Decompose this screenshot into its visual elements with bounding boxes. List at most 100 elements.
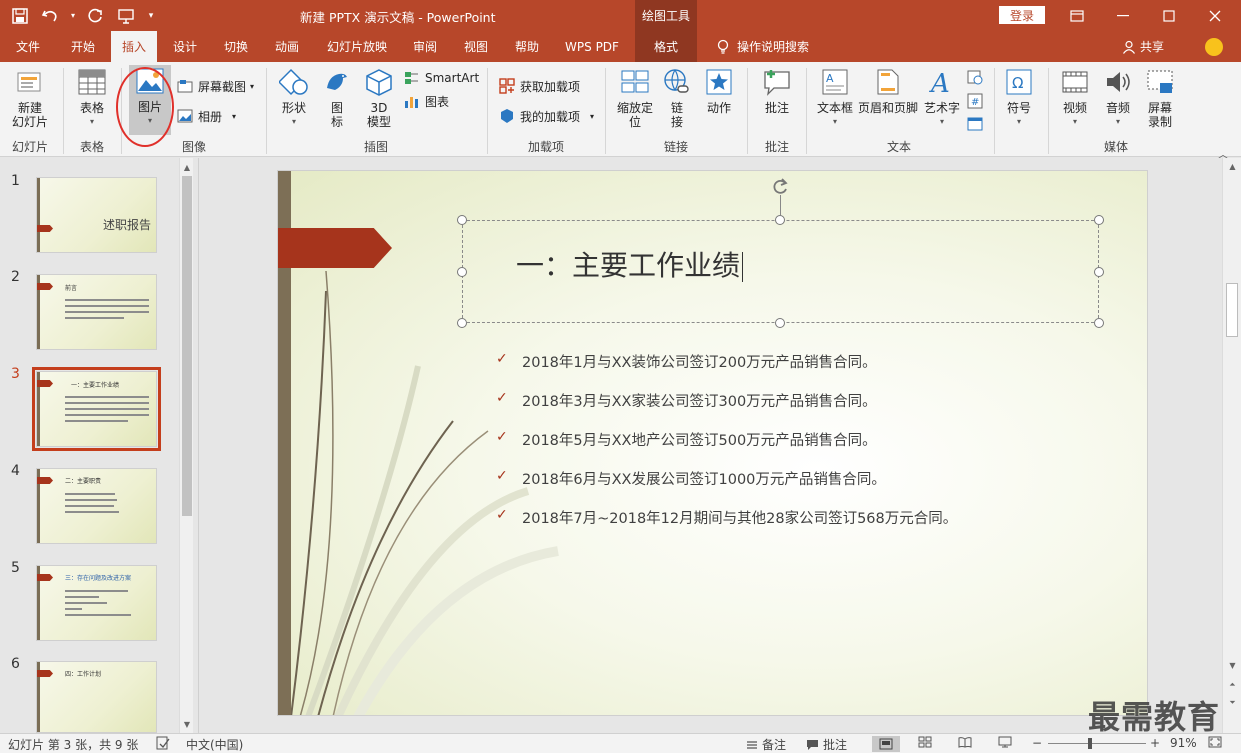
spellcheck-icon[interactable] bbox=[156, 736, 170, 750]
tab-help[interactable]: 帮助 bbox=[505, 31, 549, 62]
tab-review[interactable]: 审阅 bbox=[403, 31, 447, 62]
tab-slideshow[interactable]: 幻灯片放映 bbox=[318, 31, 396, 62]
slide-thumbnail-6[interactable]: 四：工作计划 bbox=[36, 661, 157, 733]
resize-handle-left[interactable] bbox=[457, 267, 467, 277]
rotate-handle-icon[interactable] bbox=[770, 177, 790, 197]
customize-qat-icon[interactable]: ▾ bbox=[144, 4, 158, 28]
slide-thumbnail-5[interactable]: 三：存在问题及改进方案 bbox=[36, 565, 157, 641]
slide-number-button[interactable]: # bbox=[966, 92, 984, 110]
tab-home[interactable]: 开始 bbox=[60, 31, 106, 62]
screen-recording-button[interactable]: 屏幕 录制 bbox=[1140, 66, 1180, 129]
zoom-level[interactable]: 91% bbox=[1170, 736, 1197, 750]
shapes-button[interactable]: 形状 ▾ bbox=[273, 66, 315, 129]
photo-album-icon bbox=[176, 107, 194, 125]
scroll-up-icon[interactable]: ▲ bbox=[1223, 162, 1241, 171]
next-slide-icon[interactable]: ⏷ bbox=[1223, 698, 1241, 708]
action-button[interactable]: 动作 bbox=[700, 66, 738, 115]
close-icon[interactable] bbox=[1192, 0, 1238, 31]
resize-handle-bottom[interactable] bbox=[775, 318, 785, 328]
zoom-button[interactable]: 缩放定 位 bbox=[612, 66, 658, 129]
resize-handle-top[interactable] bbox=[775, 215, 785, 225]
scroll-down-icon[interactable]: ▼ bbox=[1223, 661, 1241, 670]
tab-format[interactable]: 格式 bbox=[635, 31, 697, 62]
thumbnails-scrollbar[interactable]: ▲ ▼ bbox=[179, 158, 193, 733]
tab-animations[interactable]: 动画 bbox=[265, 31, 309, 62]
maximize-icon[interactable] bbox=[1146, 0, 1192, 31]
table-button[interactable]: 表格 ▾ bbox=[70, 66, 114, 129]
new-slide-button[interactable]: 新建 幻灯片 bbox=[6, 66, 54, 129]
undo-dropdown-icon[interactable]: ▾ bbox=[68, 4, 78, 28]
slide-thumbnail-3[interactable]: 一：主要工作业绩 bbox=[32, 367, 161, 451]
icons-button[interactable]: 图 标 bbox=[320, 66, 354, 129]
slide-thumbnail-4[interactable]: 二：主要职责 bbox=[36, 468, 157, 544]
video-button[interactable]: 视频 ▾ bbox=[1055, 66, 1095, 129]
save-icon[interactable] bbox=[8, 4, 32, 28]
audio-label: 音频 bbox=[1105, 101, 1130, 115]
slide-sorter-view-icon[interactable] bbox=[918, 736, 932, 748]
fit-slide-icon[interactable] bbox=[1208, 736, 1222, 748]
resize-handle-top-right[interactable] bbox=[1094, 215, 1104, 225]
tab-transitions[interactable]: 切换 bbox=[214, 31, 258, 62]
redo-icon[interactable] bbox=[84, 4, 108, 28]
date-time-button[interactable] bbox=[966, 68, 984, 86]
reading-view-icon[interactable] bbox=[958, 736, 972, 748]
screen-recording-label: 屏幕 录制 bbox=[1147, 101, 1172, 129]
slide-number-icon: # bbox=[966, 92, 984, 110]
tab-file[interactable]: 文件 bbox=[6, 31, 50, 62]
resize-handle-bottom-left[interactable] bbox=[457, 318, 467, 328]
resize-handle-top-left[interactable] bbox=[457, 215, 467, 225]
ribbon-display-options-icon[interactable] bbox=[1054, 0, 1100, 31]
editor-vertical-scrollbar[interactable]: ▲ ▼ ⏶ ⏷ bbox=[1222, 158, 1241, 733]
slideshow-view-icon[interactable] bbox=[998, 736, 1012, 748]
scroll-up-icon[interactable]: ▲ bbox=[180, 160, 194, 174]
share-button[interactable]: 共享 bbox=[1122, 31, 1164, 62]
tab-wps-pdf[interactable]: WPS PDF bbox=[557, 31, 627, 62]
bullet-list[interactable]: ✓ 2018年1月与XX装饰公司签订200万元产品销售合同。 ✓ 2018年3月与X… bbox=[496, 351, 957, 546]
smartart-button[interactable]: SmartArt bbox=[403, 69, 479, 87]
tab-design[interactable]: 设计 bbox=[163, 31, 207, 62]
feedback-smiley-icon[interactable] bbox=[1205, 38, 1223, 56]
get-addins-button[interactable]: 获取加载项 bbox=[498, 77, 580, 95]
language-indicator[interactable]: 中文(中国) bbox=[186, 736, 243, 753]
current-slide[interactable]: 一：主要工作业绩 ✓ 2018年1月与XX装饰公司签订200万元产品销售合同。 ✓… bbox=[277, 170, 1148, 716]
tab-view[interactable]: 视图 bbox=[454, 31, 498, 62]
notes-button[interactable]: 备注 bbox=[746, 736, 786, 753]
comments-button[interactable]: 批注 bbox=[806, 736, 847, 753]
get-addins-label: 获取加载项 bbox=[520, 79, 581, 94]
my-addins-button[interactable]: 我的加载项 ▾ bbox=[498, 107, 594, 125]
resize-handle-bottom-right[interactable] bbox=[1094, 318, 1104, 328]
zoom-slider-track[interactable] bbox=[1048, 743, 1146, 744]
zoom-out-icon[interactable]: − bbox=[1032, 736, 1042, 750]
chart-button[interactable]: 图表 bbox=[403, 92, 449, 110]
minimize-icon[interactable] bbox=[1100, 0, 1146, 31]
picture-button[interactable]: 图片 ▾ bbox=[129, 65, 171, 135]
present-icon[interactable] bbox=[114, 4, 138, 28]
resize-handle-right[interactable] bbox=[1094, 267, 1104, 277]
tab-insert[interactable]: 插入 bbox=[111, 31, 157, 62]
zoom-in-icon[interactable]: + bbox=[1150, 736, 1160, 750]
wordart-button[interactable]: A 艺术字 ▾ bbox=[922, 66, 962, 129]
textbox-button[interactable]: A 文本框 ▾ bbox=[814, 66, 856, 129]
scroll-down-icon[interactable]: ▼ bbox=[180, 717, 194, 731]
scroll-thumb[interactable] bbox=[1226, 283, 1238, 337]
audio-button[interactable]: 音频 ▾ bbox=[1098, 66, 1138, 129]
slide-thumbnail-1[interactable]: 述职报告 bbox=[36, 177, 157, 253]
photo-album-button[interactable]: 相册 ▾ bbox=[176, 107, 236, 125]
scroll-thumb[interactable] bbox=[182, 176, 192, 516]
slide-thumbnail-2[interactable]: 前言 bbox=[36, 274, 157, 350]
object-button[interactable] bbox=[966, 115, 984, 133]
previous-slide-icon[interactable]: ⏶ bbox=[1223, 680, 1241, 690]
screenshot-button[interactable]: 屏幕截图 ▾ bbox=[176, 77, 254, 95]
symbol-button[interactable]: Ω 符号 ▾ bbox=[1000, 66, 1038, 129]
header-footer-button[interactable]: 页眉和页脚 bbox=[858, 66, 918, 115]
link-button[interactable]: 链 接 bbox=[662, 66, 692, 129]
group-separator bbox=[63, 68, 64, 154]
comment-button[interactable]: 批注 bbox=[755, 66, 799, 115]
slide-title[interactable]: 一：主要工作业绩 bbox=[516, 244, 744, 284]
undo-icon[interactable] bbox=[38, 4, 62, 28]
login-button[interactable]: 登录 bbox=[999, 6, 1045, 24]
normal-view-button[interactable] bbox=[872, 736, 900, 752]
tell-me-search[interactable]: 操作说明搜索 bbox=[708, 31, 818, 62]
zoom-slider-knob[interactable] bbox=[1088, 738, 1092, 749]
3d-models-button[interactable]: 3D 模型 bbox=[360, 66, 398, 129]
